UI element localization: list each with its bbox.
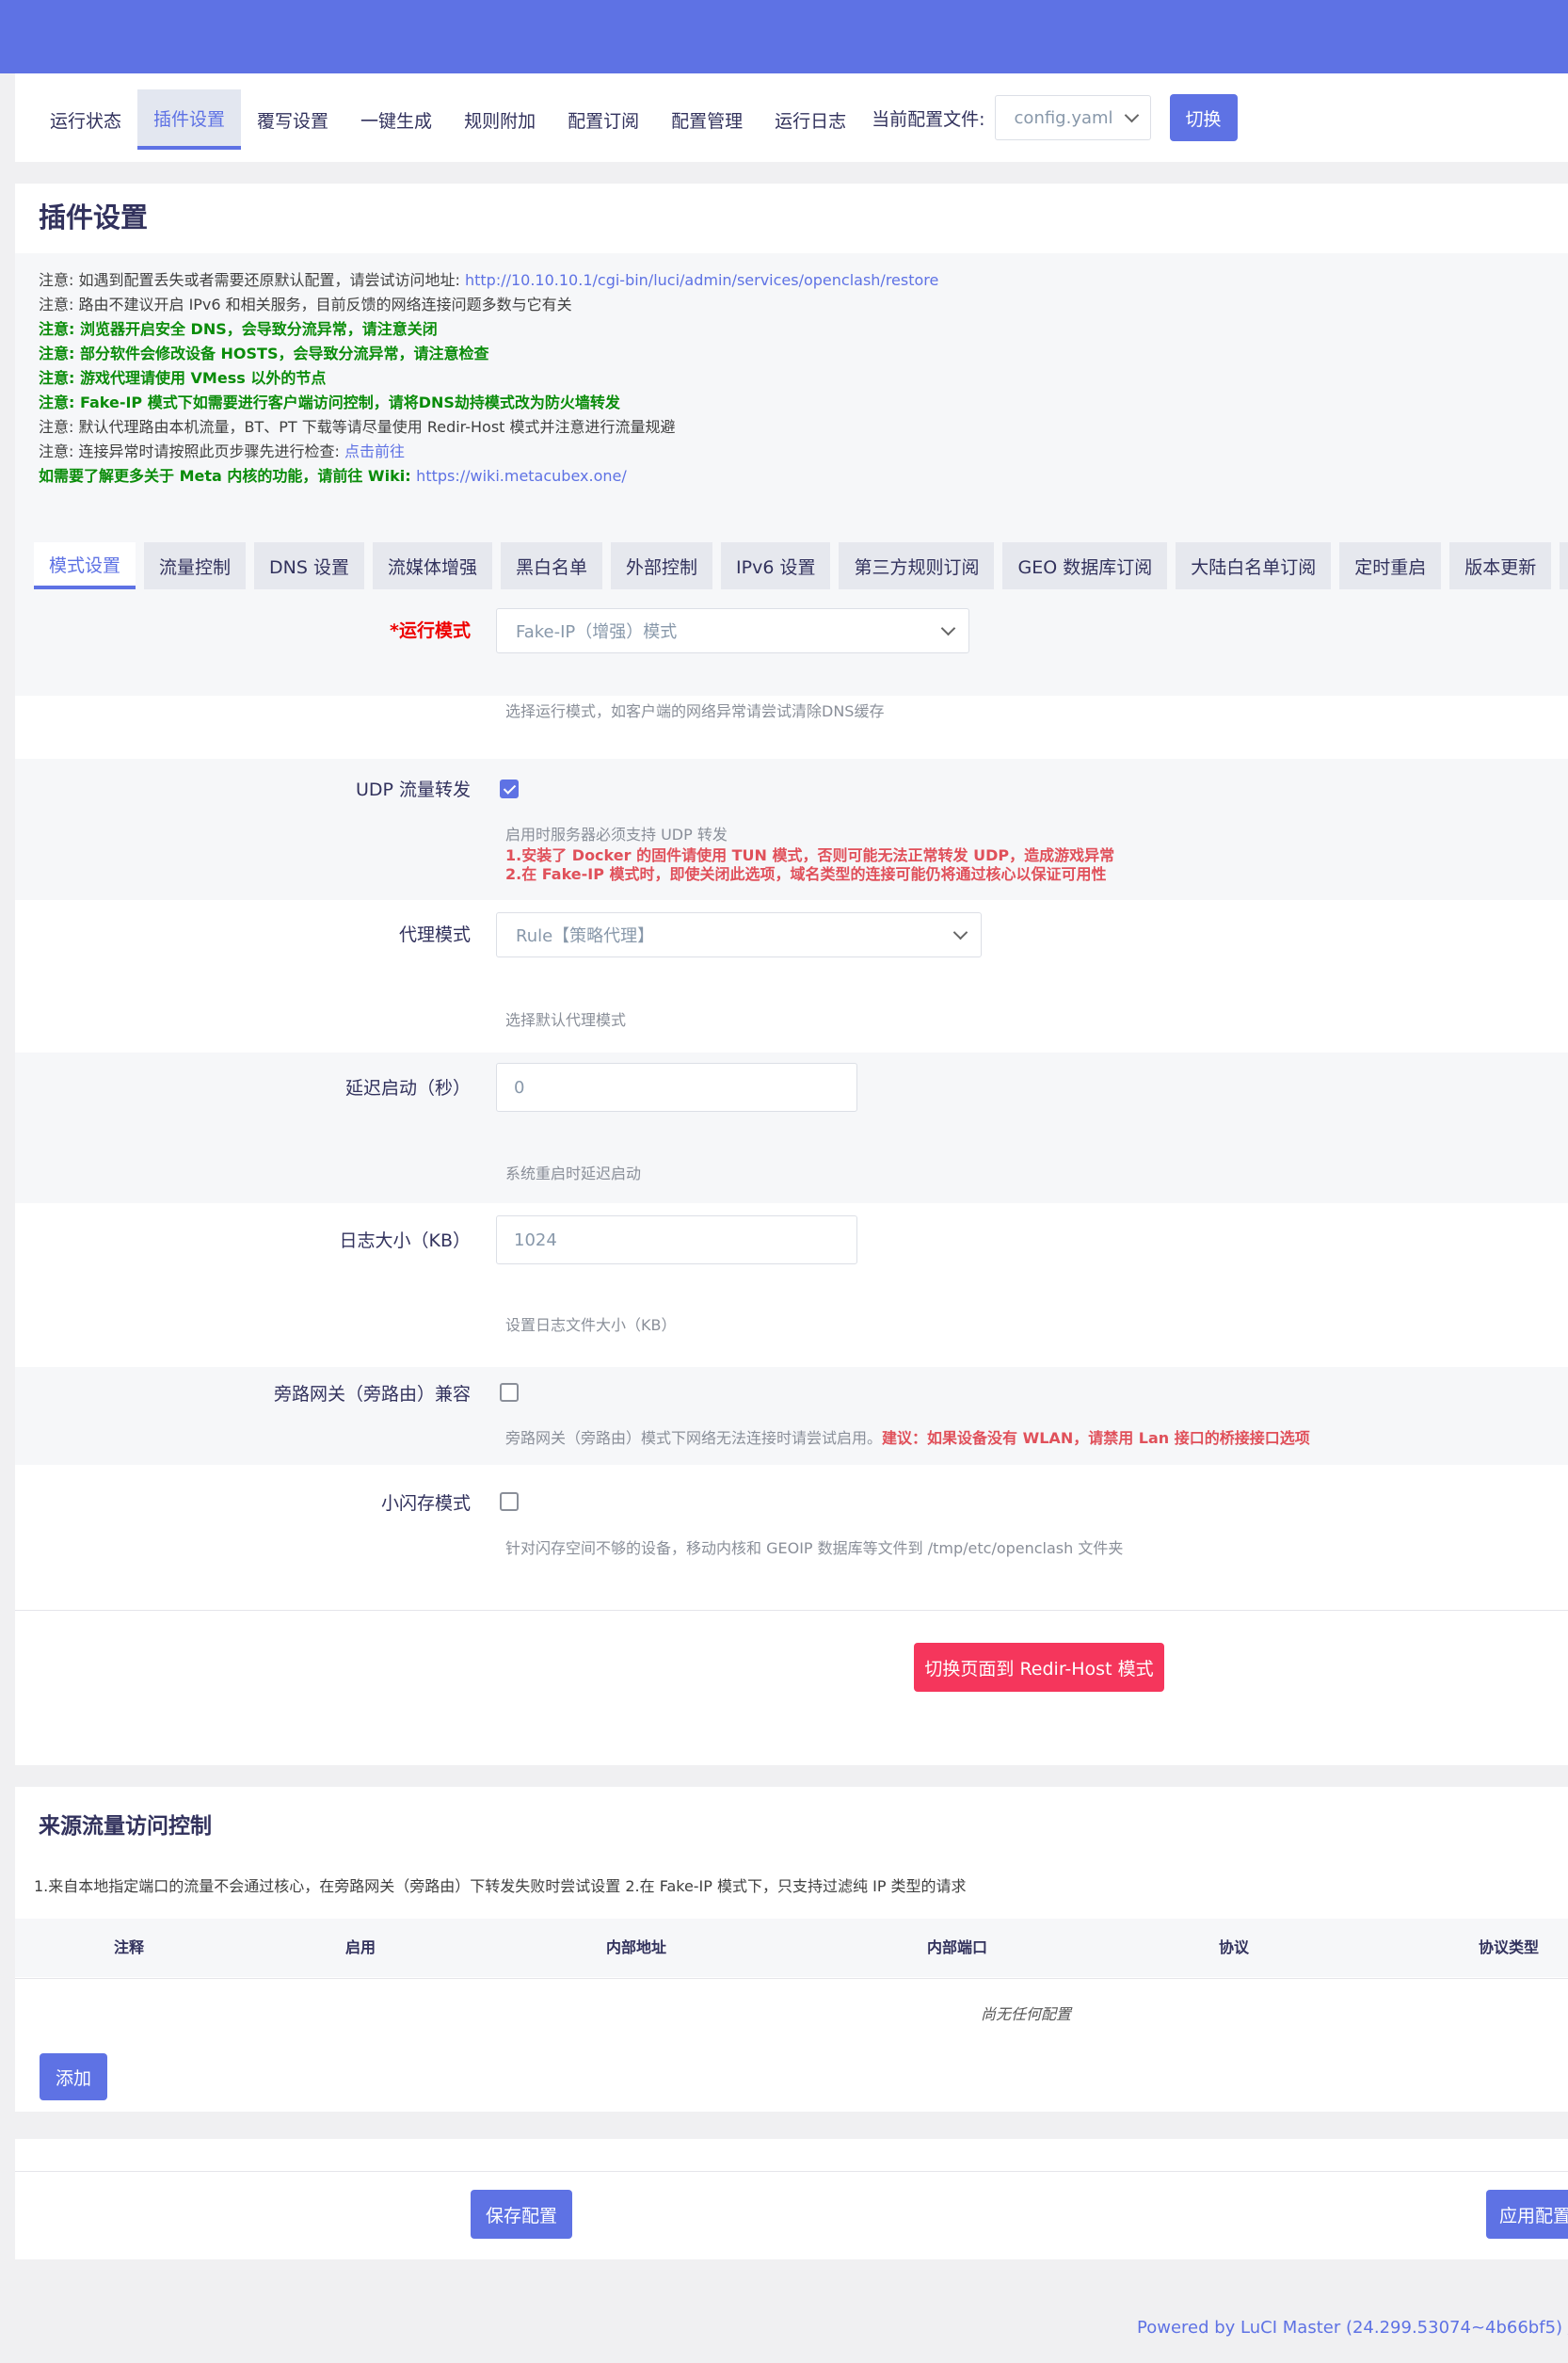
row-small-flash: 小闪存模式 针对闪存空间不够的设备，移动内核和 GEOIP 数据库等文件到 /t…: [15, 1476, 1568, 1589]
tab-item[interactable]: DNS 设置: [254, 542, 364, 589]
source-control-card: 来源流量访问控制 1.来自本地指定端口的流量不会通过核心，在旁路网关（旁路由）下…: [15, 1787, 1568, 2112]
run-mode-label: *运行模式: [390, 620, 471, 641]
note-line: 注意: 路由不建议开启 IPv6 和相关服务，目前反馈的网络连接问题多数与它有关: [39, 296, 572, 313]
row-log-size: 日志大小（KB） 1024 设置日志文件大小（KB）: [15, 1203, 1568, 1354]
chevron-down-icon: [1124, 107, 1139, 122]
config-file-label: 当前配置文件:: [872, 108, 985, 130]
small-flash-desc: 针对闪存空间不够的设备，移动内核和 GEOIP 数据库等文件到 /tmp/etc…: [505, 1539, 1124, 1557]
tab-item[interactable]: 流媒体增强: [372, 542, 492, 589]
tab-item[interactable]: 定时重启: [1339, 542, 1442, 589]
note-line: 注意: 部分软件会修改设备 HOSTS，会导致分流异常，请注意检查: [39, 345, 489, 362]
proxy-mode-desc: 选择默认代理模式: [505, 1011, 627, 1029]
delay-start-desc: 系统重启时延迟启动: [505, 1165, 642, 1182]
small-flash-checkbox[interactable]: [500, 1492, 519, 1511]
column-header: 协议类型: [1478, 1938, 1540, 1956]
small-flash-label: 小闪存模式: [380, 1493, 471, 1514]
page-title: 插件设置: [39, 201, 149, 233]
note-line: 注意: Fake-IP 模式下如需要进行客户端访问控制，请将DNS劫持模式改为防…: [39, 394, 620, 411]
nav-item-rules-append[interactable]: 规则附加: [448, 89, 552, 150]
note-line: 注意: 浏览器开启安全 DNS，会导致分流异常，请注意关闭: [39, 320, 438, 338]
note-line: 注意: 如遇到配置丢失或者需要还原默认配置，请尝试访问地址: http://10…: [39, 271, 939, 289]
settings-tabs: 模式设置 流量控制 DNS 设置 流媒体增强 黑白名单 外部控制 IPv6 设置 第三方规则订…: [15, 542, 1568, 591]
main-nav: 运行状态 插件设置 覆写设置 一键生成 规则附加 配置订阅 配置管理 运行日志 …: [15, 73, 1568, 162]
tab-item[interactable]: 外部控制: [611, 542, 713, 589]
column-header: 内部端口: [926, 1938, 988, 1956]
switch-config-button[interactable]: 切换: [1169, 94, 1238, 141]
note-line: 注意: 连接异常时请按照此页步骤先进行检查: 点击前往: [39, 442, 405, 460]
plugin-settings-card: 插件设置 注意: 如遇到配置丢失或者需要还原默认配置，请尝试访问地址: http…: [15, 184, 1568, 1765]
note-line: 注意: 默认代理路由本机流量，BT、PT 下载等请尽量使用 Redir-Host…: [39, 418, 676, 436]
nav-item-status[interactable]: 运行状态: [34, 89, 137, 150]
tab-item[interactable]: GEO 数据库订阅: [1002, 542, 1168, 589]
nav-item-plugin-settings[interactable]: 插件设置: [137, 89, 242, 150]
note-line: 注意: 游戏代理请使用 VMess 以外的节点: [39, 369, 327, 387]
section-divider: [15, 1610, 1568, 1611]
column-header: 注释: [113, 1938, 145, 1956]
footer-powered-by[interactable]: Powered by LuCI Master (24.299.53074~4b6…: [1137, 2318, 1568, 2338]
note-link[interactable]: http://10.10.10.1/cgi-bin/luci/admin/ser…: [465, 271, 938, 289]
config-file-value: config.yaml: [1014, 107, 1113, 128]
notes-list: 注意: 如遇到配置丢失或者需要还原默认配置，请尝试访问地址: http://10…: [39, 268, 938, 489]
actions-divider: [15, 2171, 1568, 2172]
udp-checkbox[interactable]: [500, 780, 519, 798]
udp-warning-1: 1.安装了 Docker 的固件请使用 TUN 模式，否则可能无法正常转发 UD…: [505, 846, 1115, 864]
switch-redir-host-button[interactable]: 切换页面到 Redir-Host 模式: [914, 1643, 1164, 1692]
chevron-down-icon: [952, 924, 968, 940]
proxy-mode-select[interactable]: Rule【策略代理】: [496, 912, 982, 957]
run-mode-select[interactable]: Fake-IP（增强）模式: [496, 608, 969, 653]
log-size-desc: 设置日志文件大小（KB）: [505, 1316, 677, 1334]
nav-item-subscription[interactable]: 配置订阅: [552, 89, 655, 150]
empty-text: 尚无任何配置: [981, 2005, 1072, 2023]
udp-desc: 启用时服务器必须支持 UDP 转发 1.安装了 Docker 的固件请使用 TU…: [505, 826, 1115, 883]
row-run-mode: *运行模式 Fake-IP（增强）模式 选择运行模式，如客户端的网络异常请尝试清…: [15, 591, 1568, 737]
top-header-bar: [0, 0, 1568, 73]
log-size-input[interactable]: 1024: [496, 1215, 857, 1264]
actions-card: 保存配置 应用配置: [15, 2139, 1568, 2259]
tab-item[interactable]: 模式设置: [34, 542, 136, 589]
bypass-gateway-checkbox[interactable]: [500, 1383, 519, 1402]
config-file-select[interactable]: config.yaml: [994, 95, 1151, 140]
tab-item[interactable]: 版本更新: [1449, 542, 1552, 589]
source-control-title: 来源流量访问控制: [39, 1814, 212, 1839]
table-header: 注释 启用 内部地址 内部端口 协议 协议类型: [15, 1919, 1568, 1977]
bypass-gateway-desc: 旁路网关（旁路由）模式下网络无法连接时请尝试启用。建议：如果设备没有 WLAN，…: [505, 1429, 1310, 1447]
udp-warning-2: 2.在 Fake-IP 模式时，即使关闭此选项，域名类型的连接可能仍将通过核心以…: [505, 865, 1107, 883]
add-button[interactable]: 添加: [40, 2053, 107, 2100]
log-size-label: 日志大小（KB）: [339, 1230, 472, 1251]
column-header: 协议: [1218, 1938, 1250, 1956]
tab-item[interactable]: IPv6 设置: [721, 542, 831, 589]
source-control-desc: 1.来自本地指定端口的流量不会通过核心，在旁路网关（旁路由）下转发失败时尝试设置…: [34, 1877, 967, 1895]
row-delay-start: 延迟启动（秒） 0 系统重启时延迟启动: [15, 1053, 1568, 1203]
run-mode-value: Fake-IP（增强）模式: [516, 622, 678, 642]
bypass-gateway-label: 旁路网关（旁路由）兼容: [273, 1384, 471, 1405]
tab-item[interactable]: 流量控制: [144, 542, 247, 589]
delay-start-input[interactable]: 0: [496, 1063, 857, 1112]
row-bypass-gateway: 旁路网关（旁路由）兼容 旁路网关（旁路由）模式下网络无法连接时请尝试启用。建议：…: [15, 1367, 1568, 1465]
apply-config-button[interactable]: 应用配置: [1486, 2190, 1568, 2239]
note-link[interactable]: 点击前往: [344, 442, 405, 460]
tab-item[interactable]: 第三方规则订阅: [839, 542, 995, 589]
nav-item-overwrite[interactable]: 覆写设置: [241, 89, 344, 150]
proxy-mode-value: Rule【策略代理】: [516, 926, 655, 946]
delay-start-label: 延迟启动（秒）: [344, 1078, 471, 1099]
nav-item-logs[interactable]: 运行日志: [759, 89, 862, 150]
tab-item[interactable]: 黑白名单: [501, 542, 603, 589]
save-config-button[interactable]: 保存配置: [471, 2190, 572, 2239]
row-proxy-mode: 代理模式 Rule【策略代理】 选择默认代理模式: [15, 900, 1568, 1041]
proxy-mode-label: 代理模式: [398, 924, 471, 945]
udp-label: UDP 流量转发: [355, 780, 471, 800]
bypass-gateway-warning: 建议：如果设备没有 WLAN，请禁用 Lan 接口的桥接接口选项: [882, 1429, 1310, 1447]
run-mode-desc: 选择运行模式，如客户端的网络异常请尝试清除DNS缓存: [505, 702, 885, 720]
column-header: 内部地址: [605, 1938, 667, 1956]
row-udp: UDP 流量转发 启用时服务器必须支持 UDP 转发 1.安装了 Docker …: [15, 759, 1568, 900]
nav-item-config-manage[interactable]: 配置管理: [655, 89, 759, 150]
table-empty-row: 尚无任何配置: [15, 1978, 1568, 2044]
chevron-down-icon: [940, 620, 956, 635]
tab-item[interactable]: 大陆白名单订阅: [1176, 542, 1332, 589]
note-link[interactable]: https://wiki.metacubex.one/: [416, 467, 627, 485]
note-line: 如需要了解更多关于 Meta 内核的功能，请前往 Wiki: https://w…: [39, 467, 627, 485]
tab-item[interactable]: 开: [1560, 542, 1568, 589]
column-header: 启用: [344, 1938, 376, 1956]
nav-item-generate[interactable]: 一键生成: [344, 89, 448, 150]
